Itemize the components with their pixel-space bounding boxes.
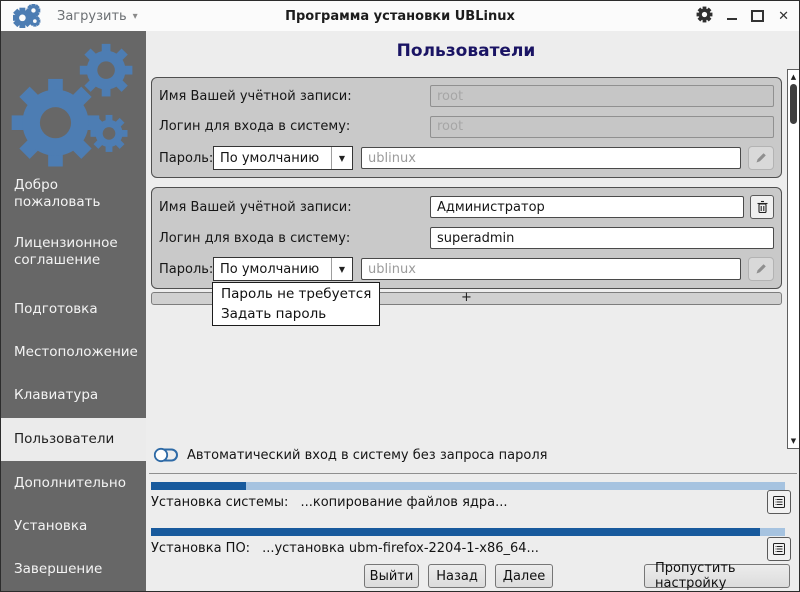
system-log-button[interactable] xyxy=(767,490,791,514)
login-input[interactable] xyxy=(430,227,774,249)
combo-arrow-icon[interactable]: ▼ xyxy=(331,147,352,169)
password-input xyxy=(361,258,741,280)
scroll-up-icon[interactable]: ▲ xyxy=(788,73,799,81)
sidebar-item-finish[interactable]: Завершение xyxy=(14,561,132,578)
combo-arrow-icon[interactable]: ▼ xyxy=(331,258,352,280)
quit-button[interactable]: Выйти xyxy=(364,564,419,588)
password-input xyxy=(361,147,741,169)
edit-password-button[interactable] xyxy=(748,146,774,170)
scroll-down-icon[interactable]: ▼ xyxy=(788,437,799,445)
sidebar-item-license[interactable]: Лицензионное соглашение xyxy=(14,235,132,269)
titlebar: Загрузить ▾ Программа установки UBLinux … xyxy=(1,1,799,32)
password-label: Пароль: xyxy=(159,150,214,166)
system-progressbar xyxy=(151,482,785,490)
menu-item-set-password[interactable]: Задать пароль xyxy=(213,304,379,324)
settings-gear-icon[interactable] xyxy=(696,6,713,27)
software-log-button[interactable] xyxy=(767,537,791,561)
account-name-label: Имя Вашей учётной записи: xyxy=(159,199,352,215)
sidebar-item-preparation[interactable]: Подготовка xyxy=(14,301,132,318)
maximize-button[interactable] xyxy=(751,10,765,22)
chevron-down-icon: ▾ xyxy=(132,10,138,22)
account-name-input xyxy=(430,85,774,107)
page-title: Пользователи xyxy=(396,41,536,61)
minimize-button[interactable] xyxy=(727,18,738,20)
password-mode-menu: Пароль не требуется Задать пароль xyxy=(212,282,380,326)
vertical-scrollbar[interactable]: ▲ ▼ xyxy=(787,69,799,449)
software-progress-row: Установка ПО: ...установка ubm-firefox-22… xyxy=(151,541,539,556)
next-button[interactable]: Далее xyxy=(495,564,553,588)
password-mode-select[interactable]: По умолчанию ▼ xyxy=(213,146,353,170)
password-mode-select-open[interactable]: По умолчанию ▼ xyxy=(213,257,353,281)
delete-user-button[interactable] xyxy=(750,195,774,219)
user-card-admin: Имя Вашей учётной записи: Ло xyxy=(151,187,782,289)
system-progress-fill xyxy=(151,482,247,490)
pencil-icon xyxy=(756,264,766,274)
trash-icon xyxy=(757,200,767,214)
titlebar-controls: ✕ xyxy=(696,6,789,27)
sidebar-item-users-label: Пользователи xyxy=(14,431,115,447)
installer-window: Загрузить ▾ Программа установки UBLinux … xyxy=(0,0,800,592)
skip-setup-button[interactable]: Пропустить настройку xyxy=(644,561,790,591)
app-logo-icon xyxy=(13,4,41,28)
pencil-icon xyxy=(756,153,766,163)
account-name-label: Имя Вашей учётной записи: xyxy=(159,88,352,104)
sidebar-item-keyboard[interactable]: Клавиатура xyxy=(14,387,132,404)
sidebar-item-users[interactable]: Пользователи xyxy=(1,418,146,461)
system-progress-label: Установка системы: xyxy=(151,495,289,510)
sidebar: Добро пожаловать Лицензионное соглашение… xyxy=(1,31,147,591)
edit-password-button[interactable] xyxy=(748,257,774,281)
autologin-label: Автоматический вход в систему без запрос… xyxy=(187,447,548,463)
password-mode-value: По умолчанию xyxy=(220,150,320,166)
user-card-root: Имя Вашей учётной записи: Логин для вход… xyxy=(151,77,782,178)
software-progressbar xyxy=(151,528,785,536)
divider xyxy=(149,473,797,474)
login-input xyxy=(430,115,774,138)
sidebar-item-location[interactable]: Местоположение xyxy=(14,344,138,361)
sidebar-item-welcome[interactable]: Добро пожаловать xyxy=(14,177,132,211)
load-menu-label: Загрузить xyxy=(57,8,127,24)
sidebar-item-additional[interactable]: Дополнительно xyxy=(14,475,132,492)
journal-icon xyxy=(773,496,785,508)
system-progress-row: Установка системы: ...копирование файлов … xyxy=(151,495,508,510)
main-area: Пользователи ▲ ▼ Имя Вашей учётной запис… xyxy=(146,31,799,591)
toggle-off-icon[interactable] xyxy=(153,447,179,463)
journal-icon xyxy=(773,543,785,555)
sidebar-item-installation[interactable]: Установка xyxy=(14,518,132,535)
login-label: Логин для входа в систему: xyxy=(159,119,351,134)
close-button[interactable]: ✕ xyxy=(778,10,789,23)
scrollbar-thumb[interactable] xyxy=(790,84,797,124)
load-menu-button[interactable]: Загрузить ▾ xyxy=(57,9,138,24)
back-button[interactable]: Назад xyxy=(428,564,486,588)
login-label: Логин для входа в систему: xyxy=(159,230,351,246)
software-progress-label: Установка ПО: xyxy=(151,541,251,556)
menu-item-no-password[interactable]: Пароль не требуется xyxy=(213,284,379,304)
account-name-input[interactable] xyxy=(430,196,744,218)
software-progress-fill xyxy=(151,528,760,536)
software-progress-status: ...установка ubm-firefox-2204-1-x86_64..… xyxy=(262,541,539,556)
system-progress-status: ...копирование файлов ядра... xyxy=(300,495,508,510)
gears-logo-icon xyxy=(7,39,139,189)
password-label: Пароль: xyxy=(159,261,214,277)
password-mode-value: По умолчанию xyxy=(220,261,320,277)
autologin-row: Автоматический вход в систему без запрос… xyxy=(153,447,547,463)
